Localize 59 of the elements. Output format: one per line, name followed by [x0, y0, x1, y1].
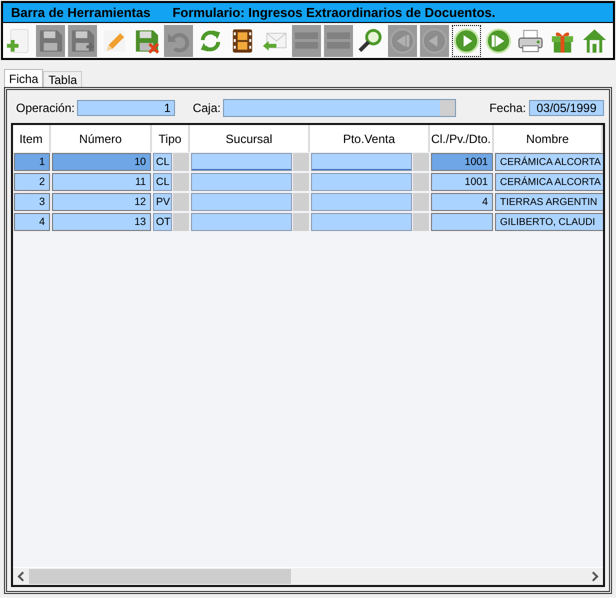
dropdown-button[interactable] [173, 213, 189, 231]
dropdown-button[interactable] [293, 193, 309, 211]
table-cell: CL [153, 153, 172, 171]
table-cell: 11 [52, 173, 151, 191]
horizontal-scrollbar[interactable] [13, 567, 603, 585]
play-icon [453, 26, 480, 54]
table-cell: CERÁMICA ALCORTA [495, 153, 603, 171]
date-field[interactable]: 03/05/1999 [529, 100, 604, 116]
operation-field[interactable]: 1 [76, 100, 175, 116]
table-cell: PV [153, 193, 172, 211]
table-cell: 3 [14, 193, 50, 211]
table-cell[interactable] [191, 193, 292, 211]
table-cell: 10 [52, 153, 151, 171]
table-cell: CL [153, 173, 172, 191]
table-cell[interactable] [311, 193, 412, 211]
cash-register-dropdown[interactable] [222, 99, 456, 117]
dropdown-button[interactable] [413, 153, 429, 171]
dropdown-button[interactable] [293, 213, 309, 231]
toolbar-title: Barra de Herramientas [11, 5, 150, 20]
table-cell[interactable] [191, 213, 292, 231]
table-cell[interactable] [311, 153, 412, 171]
dropdown-button[interactable] [173, 193, 189, 211]
table-cell: 2 [14, 173, 50, 191]
table-cell: 13 [52, 213, 151, 231]
table-cell: 1001 [431, 153, 493, 171]
table-cell: TIERRAS ARGENTIN [495, 193, 603, 211]
skip-back-icon [389, 26, 416, 54]
tab[interactable]: Ficha [4, 69, 44, 88]
home-icon [581, 26, 608, 54]
dropdown-button[interactable] [173, 153, 189, 171]
form-title: Formulario: Ingresos Extraordinarios de Docuentos. [172, 5, 496, 20]
toolbar-button[interactable] [452, 24, 481, 56]
empty-table-cell [431, 213, 493, 231]
skip-forward-icon [485, 26, 512, 54]
table-cell: CERÁMICA ALCORTA [495, 173, 603, 191]
dropdown-button[interactable] [293, 153, 309, 171]
back-icon [421, 26, 448, 54]
table-cell: GILIBERTO, CLAUDI [495, 213, 603, 231]
scrollbar-thumb[interactable] [29, 569, 292, 584]
table-cell[interactable] [311, 173, 412, 191]
field-label: Caja: [192, 101, 221, 115]
dropdown-button[interactable] [413, 173, 429, 191]
table-cell: 4 [431, 193, 493, 211]
dropdown-button[interactable] [413, 213, 429, 231]
table-cell[interactable] [191, 173, 292, 191]
dropdown-button[interactable] [413, 193, 429, 211]
table-cell: OT [153, 213, 172, 231]
table-cell: 12 [52, 193, 151, 211]
table-cell[interactable] [191, 153, 292, 171]
dropdown-button[interactable] [293, 173, 309, 191]
table-cell: 1 [14, 153, 50, 171]
field-label: Fecha: [489, 101, 526, 115]
search-icon [357, 26, 384, 54]
field-label: Operación: [16, 101, 75, 115]
table-cell: 4 [14, 213, 50, 231]
table-cell: 1001 [431, 173, 493, 191]
tab[interactable]: Tabla [43, 71, 82, 87]
table-cell[interactable] [311, 213, 412, 231]
dropdown-button[interactable] [173, 173, 189, 191]
